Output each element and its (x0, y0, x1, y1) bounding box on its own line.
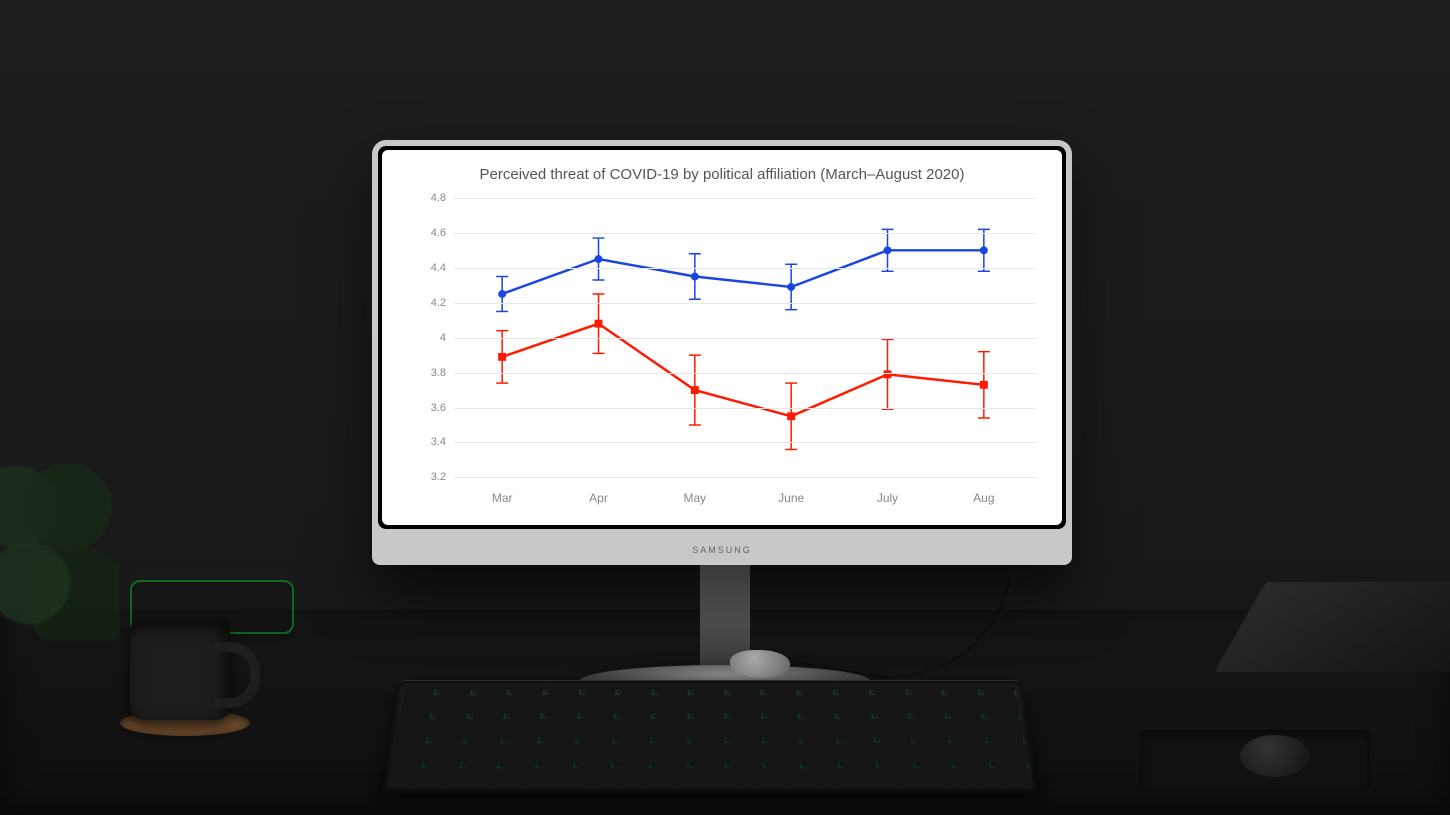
data-point (498, 290, 506, 298)
data-point (980, 381, 988, 389)
data-point (884, 370, 892, 378)
y-tick-label: 3.2 (422, 471, 446, 483)
data-point (980, 246, 988, 254)
gridline (454, 408, 1036, 409)
data-point (498, 353, 506, 361)
desk-rock (730, 650, 790, 678)
y-tick-label: 3.4 (422, 436, 446, 448)
x-tick-label: June (778, 491, 804, 505)
series-line-democrat (502, 250, 984, 294)
y-tick-label: 4.2 (422, 297, 446, 309)
gridline (454, 198, 1036, 199)
x-tick-label: Aug (973, 491, 994, 505)
x-tick-label: Mar (492, 491, 513, 505)
data-point (691, 273, 699, 281)
chart-svg (422, 190, 1042, 505)
gridline (454, 442, 1036, 443)
chart-title: Perceived threat of COVID-19 by politica… (382, 166, 1062, 183)
plant (0, 430, 120, 680)
data-point (691, 386, 699, 394)
data-point (787, 412, 795, 420)
gridline (454, 233, 1036, 234)
monitor: Perceived threat of COVID-19 by politica… (372, 140, 1072, 565)
keyboard (379, 680, 1041, 794)
gridline (454, 373, 1036, 374)
mouse (1240, 735, 1310, 777)
y-tick-label: 4 (422, 332, 446, 344)
y-tick-label: 3.6 (422, 402, 446, 414)
chart-plot-area: 3.2 3.4 3.6 3.8 4 4.2 4.4 4.6 4.8 Mar Apr May June Ju… (422, 190, 1042, 505)
laptop (1170, 612, 1450, 672)
gridline (454, 477, 1036, 478)
y-tick-label: 4.8 (422, 192, 446, 204)
x-tick-label: July (877, 491, 898, 505)
y-tick-label: 4.4 (422, 262, 446, 274)
gridline (454, 268, 1036, 269)
data-point (787, 283, 795, 291)
y-tick-label: 3.8 (422, 367, 446, 379)
desk-scene: Perceived threat of COVID-19 by politica… (0, 0, 1450, 815)
y-tick-label: 4.6 (422, 227, 446, 239)
coffee-mug (130, 620, 230, 720)
monitor-brand-label: SAMSUNG (372, 545, 1072, 555)
x-tick-label: May (683, 491, 706, 505)
gridline (454, 303, 1036, 304)
monitor-screen: Perceived threat of COVID-19 by politica… (382, 150, 1062, 525)
data-point (884, 246, 892, 254)
gridline (454, 338, 1036, 339)
data-point (595, 255, 603, 263)
data-point (595, 320, 603, 328)
x-tick-label: Apr (589, 491, 608, 505)
